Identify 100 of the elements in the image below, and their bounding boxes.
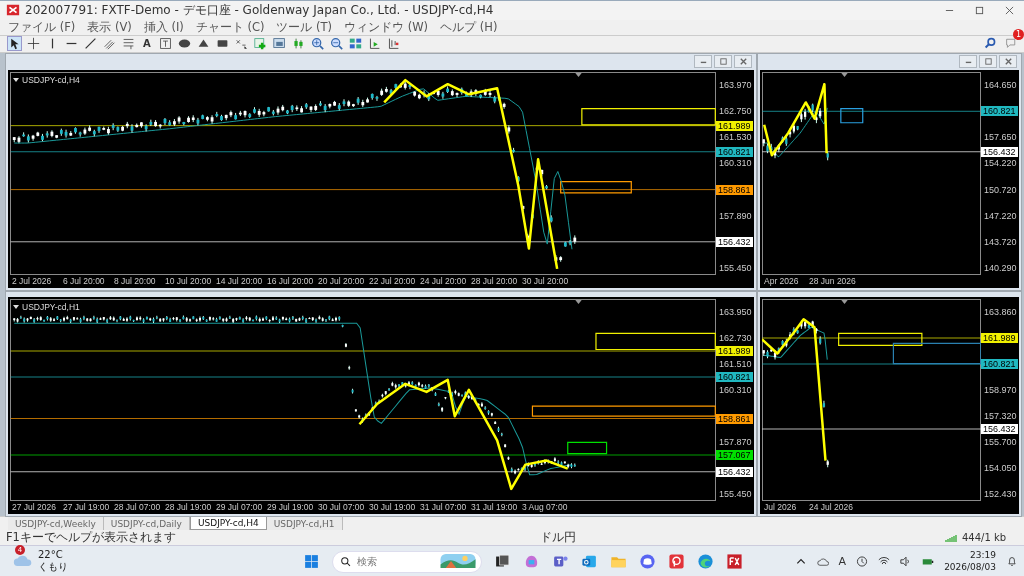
price-tick: 163.970 [719, 80, 752, 91]
time-label: 14 Jul 20:00 [216, 276, 264, 287]
maximize-button[interactable] [979, 55, 997, 69]
zoom-in-icon[interactable] [310, 37, 324, 51]
cloud-icon[interactable] [816, 555, 829, 567]
time-label: 3 Aug 07:00 [522, 502, 569, 513]
chart-symbol-label: USDJPY-cd,H4 [22, 74, 80, 85]
price-marker: 160.821 [716, 146, 753, 157]
clock-date[interactable]: 2026/08/03 [944, 561, 996, 574]
trend-line-icon[interactable] [84, 37, 97, 51]
crosshair-icon[interactable] [27, 37, 40, 51]
app-icon[interactable] [668, 552, 685, 570]
price-tick: 154.050 [984, 462, 1017, 473]
dropdown-icon[interactable] [13, 304, 19, 309]
text-tool-button[interactable]: A [141, 38, 153, 50]
price-marker: 156.432 [716, 236, 753, 247]
ellipse-icon[interactable] [177, 37, 191, 51]
time-label: 10 Jul 20:00 [165, 276, 213, 287]
shift-marker-icon[interactable] [574, 299, 582, 304]
zone-rectangle[interactable] [560, 181, 632, 194]
menu-item[interactable]: ヘルプ (H) [440, 19, 498, 35]
templates-icon[interactable] [272, 37, 286, 51]
price-tick: 162.730 [719, 333, 752, 344]
close-icon [1003, 57, 1013, 67]
new-chart-icon[interactable] [253, 37, 267, 51]
price-tick: 161.510 [719, 359, 752, 370]
time-label: 8 Jul 20:00 [114, 276, 157, 287]
time-label: 27 Jul 19:00 [63, 502, 111, 513]
maximize-icon [718, 57, 728, 67]
close-button[interactable] [734, 55, 752, 69]
zone-rectangle[interactable] [840, 107, 864, 124]
time-label: Apr 2026 [764, 276, 800, 287]
time-label: 22 Jul 20:00 [369, 276, 417, 287]
tile-windows-icon[interactable] [348, 37, 362, 51]
clock-time[interactable]: 23:19 [970, 549, 996, 562]
time-label: 20 Jul 20:00 [318, 276, 366, 287]
shift-marker-icon[interactable] [574, 72, 582, 77]
zone-rectangle[interactable] [567, 441, 608, 455]
price-marker: 161.989 [716, 346, 753, 357]
wifi-icon[interactable] [878, 555, 891, 567]
shapes-icon[interactable] [234, 37, 248, 51]
price-tick: 150.720 [984, 184, 1017, 195]
menu-item[interactable]: チャート (C) [195, 19, 265, 35]
start-icon[interactable] [303, 552, 320, 570]
fibonacci-icon[interactable] [122, 37, 135, 51]
time-label: 16 Jul 20:00 [267, 276, 315, 287]
price-line[interactable] [762, 110, 981, 112]
bell-icon[interactable] [1006, 555, 1018, 567]
clock-icon[interactable] [856, 555, 869, 567]
time-label: 28 Jul 19:00 [165, 502, 213, 513]
chart-tab[interactable]: USDJPY-cd,H4 [189, 517, 267, 531]
search-icon[interactable] [984, 37, 997, 51]
price-tick: 157.870 [719, 436, 752, 447]
input-mode-indicator[interactable]: A [838, 554, 847, 568]
price-marker: 157.067 [716, 449, 753, 460]
price-tick: 161.530 [719, 132, 752, 143]
chat-icon[interactable] [1005, 36, 1018, 50]
time-label: 24 Jul 20:00 [420, 276, 468, 287]
cursor-icon[interactable] [8, 37, 21, 51]
shift-marker-icon[interactable] [840, 72, 848, 77]
chart-tab[interactable]: USDJPY-cd,Weekly [8, 517, 104, 531]
label-icon[interactable] [158, 37, 172, 51]
price-tick: 155.450 [719, 262, 752, 273]
price-tick: 158.970 [984, 385, 1017, 395]
price-marker: 160.821 [981, 359, 1018, 370]
time-label: 30 Jul 20:00 [522, 276, 570, 287]
chart-tab[interactable]: USDJPY-cd,H1 [266, 517, 343, 531]
time-label: 31 Jul 19:00 [471, 502, 519, 513]
close-button[interactable] [999, 55, 1017, 69]
price-tick: 160.310 [719, 158, 752, 169]
time-label: 31 Jul 07:00 [420, 502, 468, 513]
zoom-out-icon[interactable] [329, 37, 343, 51]
shift-marker-icon[interactable] [840, 299, 848, 304]
price-tick: 147.220 [984, 210, 1017, 221]
channel-icon[interactable] [103, 37, 116, 51]
price-tick: 164.650 [984, 80, 1017, 91]
menu-item[interactable]: ウィンドウ (W) [344, 19, 429, 35]
time-label: 28 Jul 20:00 [471, 276, 519, 287]
price-tick: 163.860 [984, 307, 1017, 318]
moving-average-line [763, 107, 828, 158]
search-icon [340, 555, 351, 567]
maximize-icon [983, 57, 993, 67]
time-label: 27 Jul 2026 [12, 502, 57, 513]
menu-item[interactable]: 挿入 (I) [143, 19, 184, 35]
status-hint: F1キーでヘルプが表示されます [6, 530, 177, 546]
time-label: 30 Jul 19:00 [369, 502, 417, 513]
menu-item[interactable]: ツール (T) [276, 19, 333, 35]
auto-scroll-icon[interactable] [367, 37, 381, 51]
time-label: 28 Jul 07:00 [114, 502, 162, 513]
dropdown-icon[interactable] [13, 77, 19, 82]
time-label: 30 Jul 07:00 [318, 502, 366, 513]
price-tick: 155.700 [984, 436, 1017, 447]
menu-item[interactable]: ファイル (F) [8, 19, 76, 35]
menu-item[interactable]: 表示 (V) [87, 19, 132, 35]
chart-tab[interactable]: USDJPY-cd,Daily [103, 517, 190, 531]
close-icon [738, 57, 748, 67]
chart-shift-icon[interactable] [386, 37, 400, 51]
price-tick: 162.750 [719, 106, 752, 117]
maximize-button[interactable] [714, 55, 732, 69]
candles-icon[interactable] [291, 37, 305, 51]
